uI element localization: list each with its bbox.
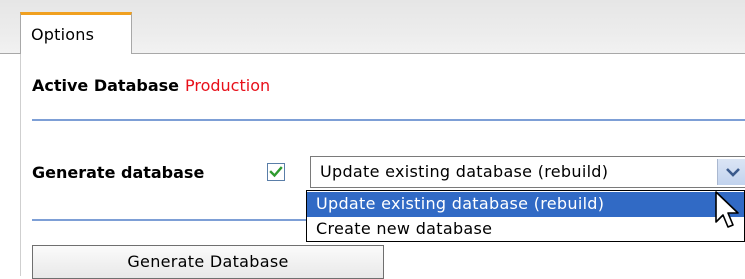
chevron-down-icon [726,168,740,177]
generate-database-label: Generate database [32,163,205,182]
generate-database-checkbox[interactable] [267,163,285,181]
active-database-value: Production [185,76,271,95]
mouse-pointer-icon [715,191,739,228]
active-database-label: Active Database [32,76,179,95]
tab-options-label: Options [31,25,95,44]
dropdown-option-update-existing[interactable]: Update existing database (rebuild) [307,192,744,217]
dropdown-option-create-new[interactable]: Create new database [307,217,744,242]
generate-database-button[interactable]: Generate Database [32,245,384,279]
tab-strip: Options [0,0,745,54]
dropdown-option-label: Create new database [316,219,493,238]
select-dropdown-button[interactable] [717,159,745,185]
tab-options[interactable]: Options [20,12,132,54]
database-mode-select[interactable]: Update existing database (rebuild) [310,156,745,188]
tab-baseline-left [0,53,20,54]
generate-database-button-label: Generate Database [127,252,289,271]
section-divider [32,119,745,121]
dropdown-option-label: Update existing database (rebuild) [316,194,605,213]
database-mode-dropdown-list: Update existing database (rebuild) Creat… [306,190,745,242]
checkmark-icon [269,166,283,178]
database-mode-selected-value: Update existing database (rebuild) [320,162,609,181]
active-database-row: Active Database Production [32,76,270,95]
